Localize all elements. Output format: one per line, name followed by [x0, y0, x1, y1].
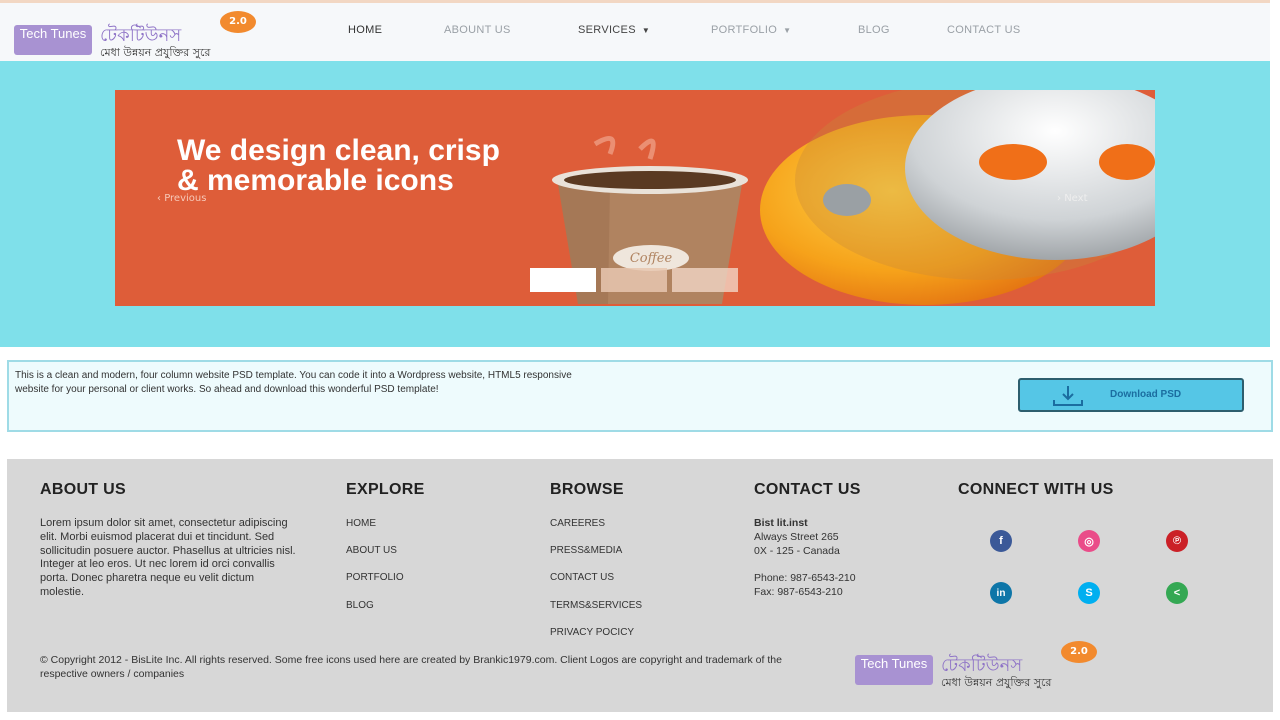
- footer-link-home[interactable]: HOME: [346, 518, 376, 529]
- slider-thumb-3[interactable]: [672, 268, 738, 292]
- download-psd-button[interactable]: Download PSD: [1018, 378, 1244, 412]
- download-psd-label: Download PSD: [1110, 389, 1182, 400]
- linkedin-icon[interactable]: in: [984, 580, 1018, 606]
- linkedin-glyph: in: [990, 582, 1012, 604]
- nav-contact[interactable]: CONTACT US: [947, 24, 1021, 36]
- slider-thumb-1[interactable]: [530, 268, 596, 292]
- footer-logo-box: Tech Tunes: [855, 655, 933, 685]
- slider-thumb-2[interactable]: [601, 268, 667, 292]
- nav-about-label: ABOUNT US: [444, 24, 511, 36]
- logo-box: Tech Tunes: [14, 25, 92, 55]
- footer-logo-tagline: মেধা উন্নয়ন প্রযুক্তির সুরে: [941, 676, 1052, 689]
- nav-home-label: HOME: [348, 24, 383, 36]
- footer-browse-heading: BROWSE: [550, 481, 624, 498]
- footer-about-heading: ABOUT US: [40, 481, 126, 498]
- nav-blog[interactable]: BLOG: [858, 24, 890, 36]
- footer-link-terms[interactable]: TERMS&SERVICES: [550, 600, 642, 611]
- footer-link-careers[interactable]: CAREERES: [550, 518, 605, 529]
- contact-phone: Phone: 987-6543-210: [754, 572, 856, 584]
- nav-contact-label: CONTACT US: [947, 24, 1021, 36]
- copyright-text: © Copyright 2012 - BisLite Inc. All righ…: [40, 654, 782, 680]
- nav-about[interactable]: ABOUNT US: [444, 24, 511, 36]
- pinterest-glyph: ℗: [1166, 530, 1188, 552]
- promo-text: This is a clean and modern, four column …: [15, 370, 572, 395]
- footer-link-about[interactable]: ABOUT US: [346, 545, 397, 556]
- footer-link-blog[interactable]: BLOG: [346, 600, 374, 611]
- cup-label: Coffee: [630, 251, 673, 266]
- facebook-glyph: f: [990, 530, 1012, 552]
- contact-city: 0X - 125 - Canada: [754, 545, 840, 557]
- nav-portfolio-label: PORTFOLIO: [711, 24, 778, 36]
- site-header: Tech Tunes টেকটিউনস মেধা উন্নয়ন প্রযুক্…: [0, 3, 1270, 61]
- slider-prev-label: Previous: [164, 193, 207, 204]
- footer-contact-heading: CONTACT US: [754, 481, 861, 498]
- slider-next-label: Next: [1064, 193, 1088, 204]
- promo-bar: This is a clean and modern, four column …: [7, 360, 1273, 432]
- chevron-down-icon: ▼: [783, 26, 792, 35]
- dribbble-icon[interactable]: ◎: [1072, 528, 1106, 554]
- facebook-icon[interactable]: f: [984, 528, 1018, 554]
- site-footer: ABOUT US Lorem ipsum dolor sit amet, con…: [7, 459, 1273, 712]
- slider-prev[interactable]: ‹ Previous: [157, 193, 206, 204]
- share-icon[interactable]: <: [1160, 580, 1194, 606]
- skype-glyph: S: [1078, 582, 1100, 604]
- footer-logo[interactable]: Tech Tunes টেকটিউনস মেধা উন্নয়ন প্রযুক্…: [855, 641, 1105, 691]
- footer-explore-heading: EXPLORE: [346, 481, 425, 498]
- logo-version-badge: 2.0: [220, 11, 256, 33]
- nav-home[interactable]: HOME: [348, 24, 382, 36]
- hero-slide: Coffee We design clean, crisp & memorabl…: [115, 90, 1155, 306]
- download-icon: [1053, 386, 1083, 406]
- footer-connect-heading: CONNECT WITH US: [958, 481, 1114, 498]
- nav-services-label: SERVICES: [578, 24, 636, 36]
- footer-link-portfolio[interactable]: PORTFOLIO: [346, 572, 404, 583]
- footer-link-privacy[interactable]: PRIVACY POCICY: [550, 627, 634, 638]
- share-glyph: <: [1166, 582, 1188, 604]
- footer-about-text: Lorem ipsum dolor sit amet, consectetur …: [40, 517, 296, 598]
- skype-icon[interactable]: S: [1072, 580, 1106, 606]
- contact-street: Always Street 265: [754, 531, 839, 543]
- slider-next[interactable]: › Next: [1057, 193, 1087, 204]
- pinterest-icon[interactable]: ℗: [1160, 528, 1194, 554]
- nav-portfolio[interactable]: PORTFOLIO ▼: [711, 24, 791, 36]
- contact-fax: Fax: 987-6543-210: [754, 586, 843, 598]
- nav-blog-label: BLOG: [858, 24, 890, 36]
- chevron-down-icon: ▼: [641, 26, 651, 35]
- hero-banner: Coffee We design clean, crisp & memorabl…: [0, 61, 1270, 347]
- dribbble-glyph: ◎: [1078, 530, 1100, 552]
- hero-headline: We design clean, crisp & memorable icons: [177, 134, 500, 197]
- footer-link-contact[interactable]: CONTACT US: [550, 572, 614, 583]
- contact-name: Bist lit.inst: [754, 517, 808, 529]
- chat-bubble-illustration: [760, 90, 1155, 305]
- site-logo[interactable]: Tech Tunes টেকটিউনস মেধা উন্নয়ন প্রযুক্…: [14, 11, 264, 61]
- nav-services[interactable]: SERVICES ▼: [578, 24, 650, 36]
- footer-logo-badge: 2.0: [1061, 641, 1097, 663]
- footer-link-press[interactable]: PRESS&MEDIA: [550, 545, 622, 556]
